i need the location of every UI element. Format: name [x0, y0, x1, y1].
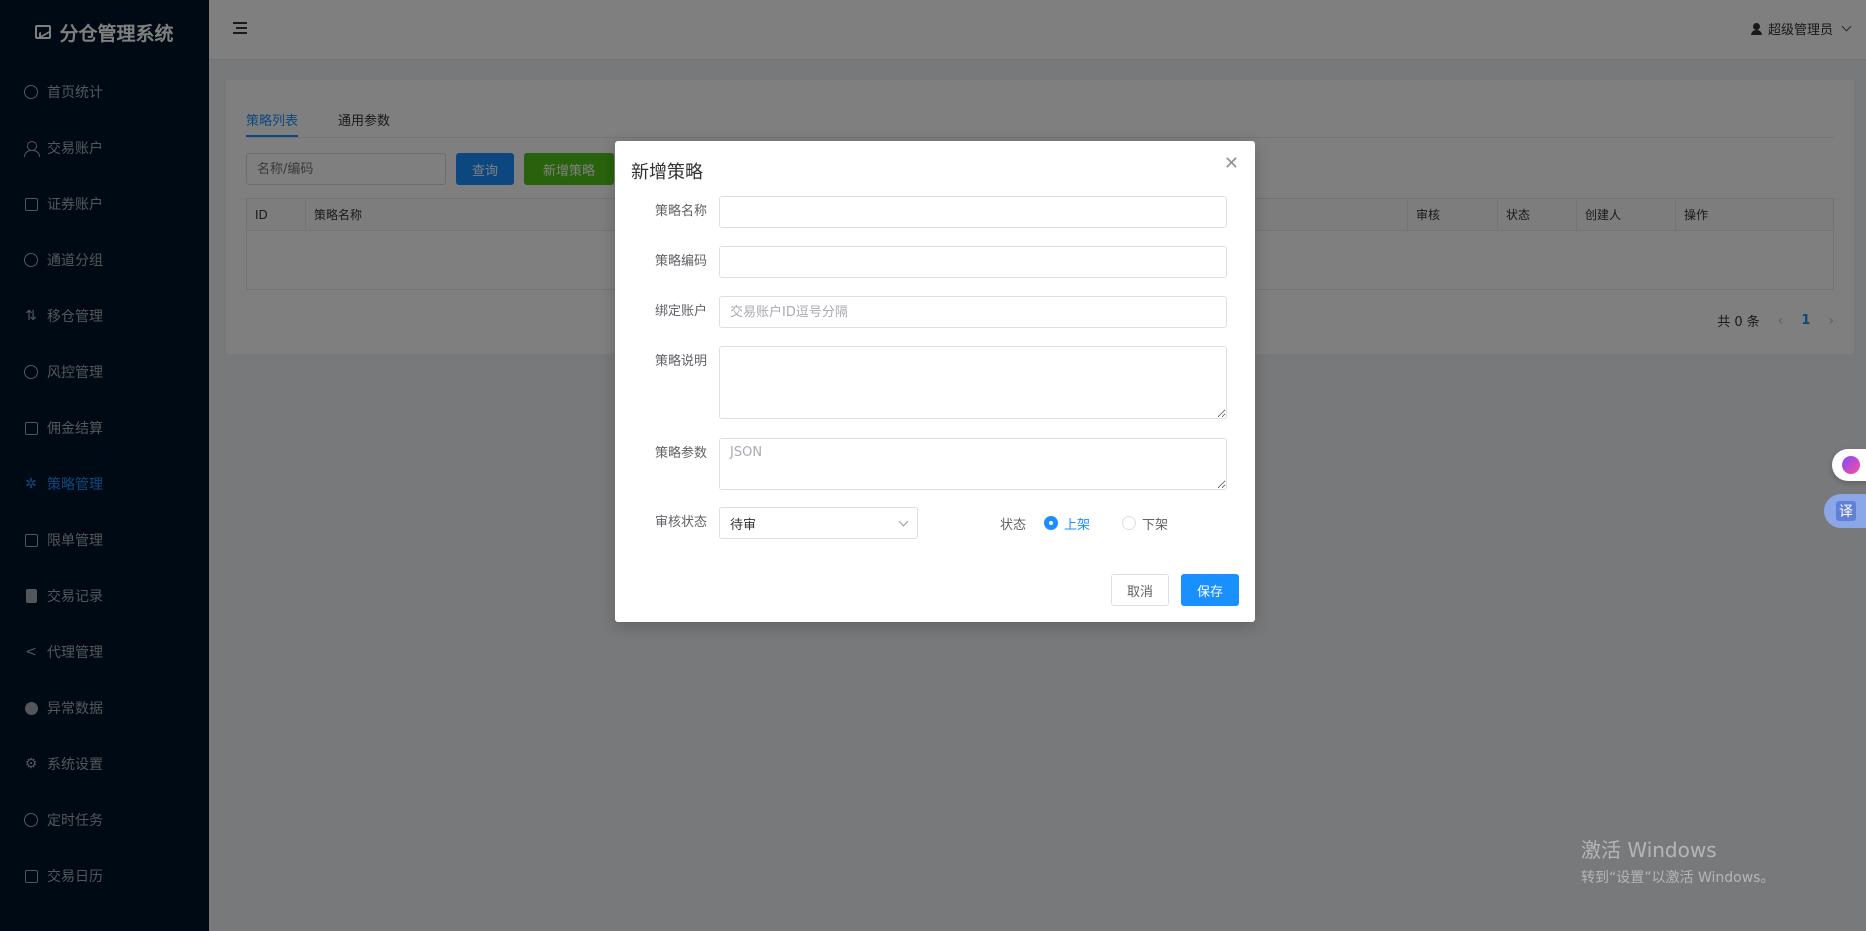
name-label: 策略名称: [654, 204, 707, 219]
params-label: 策略参数: [654, 446, 707, 461]
status-on-label: 上架: [1064, 517, 1091, 533]
form-row-code: 策略编码: [615, 246, 1255, 278]
form-row-review-status: 审核状态 待审 状态 上架 下架: [615, 507, 1255, 539]
close-icon[interactable]: ✕: [1224, 155, 1239, 173]
cancel-button[interactable]: 取消: [1110, 574, 1169, 606]
dialog-title: 新增策略: [631, 162, 703, 183]
strategy-params-textarea[interactable]: [719, 438, 1227, 490]
watermark-title: 激活 Windows: [1581, 838, 1717, 862]
chevron-down-icon: [898, 516, 909, 526]
form-row-description: 策略说明: [615, 346, 1255, 419]
translate-icon: 译: [1836, 501, 1856, 521]
form-row-params: 策略参数: [615, 438, 1255, 490]
windows-activation-watermark: 激活 Windows 转到“设置”以激活 Windows。: [1581, 834, 1774, 887]
status-off-label: 下架: [1142, 517, 1169, 533]
status-radio-on[interactable]: 上架: [1044, 514, 1090, 533]
strategy-description-textarea[interactable]: [719, 346, 1227, 419]
bind-account-input[interactable]: [719, 296, 1227, 328]
code-label: 策略编码: [654, 254, 707, 269]
radio-unchecked-icon: [1122, 516, 1137, 530]
status-radio-off[interactable]: 下架: [1122, 514, 1168, 533]
radio-checked-icon: [1044, 516, 1059, 530]
status-label: 状态: [1000, 517, 1027, 533]
review-status-select[interactable]: 待审: [719, 507, 918, 539]
translate-button[interactable]: 译: [1824, 494, 1866, 528]
review-status-label: 审核状态: [654, 515, 707, 530]
form-row-name: 策略名称: [615, 196, 1255, 228]
form-row-account: 绑定账户: [615, 296, 1255, 328]
bot-icon: [1842, 456, 1860, 474]
dialog-footer: 取消 保存: [1110, 574, 1239, 606]
strategy-name-input[interactable]: [719, 196, 1227, 228]
add-strategy-dialog: 新增策略 ✕ 策略名称 策略编码 绑定账户 策略说明 策略参数 审核状态 待审 …: [615, 141, 1255, 622]
review-status-value: 待审: [730, 517, 757, 533]
status-radio-group: 状态 上架 下架: [1000, 507, 1168, 539]
account-label: 绑定账户: [654, 304, 707, 319]
assistant-bot-button[interactable]: [1832, 449, 1866, 481]
description-label: 策略说明: [654, 354, 707, 369]
watermark-subtitle: 转到“设置”以激活 Windows。: [1581, 870, 1775, 886]
save-button[interactable]: 保存: [1180, 574, 1239, 606]
strategy-code-input[interactable]: [719, 246, 1227, 278]
